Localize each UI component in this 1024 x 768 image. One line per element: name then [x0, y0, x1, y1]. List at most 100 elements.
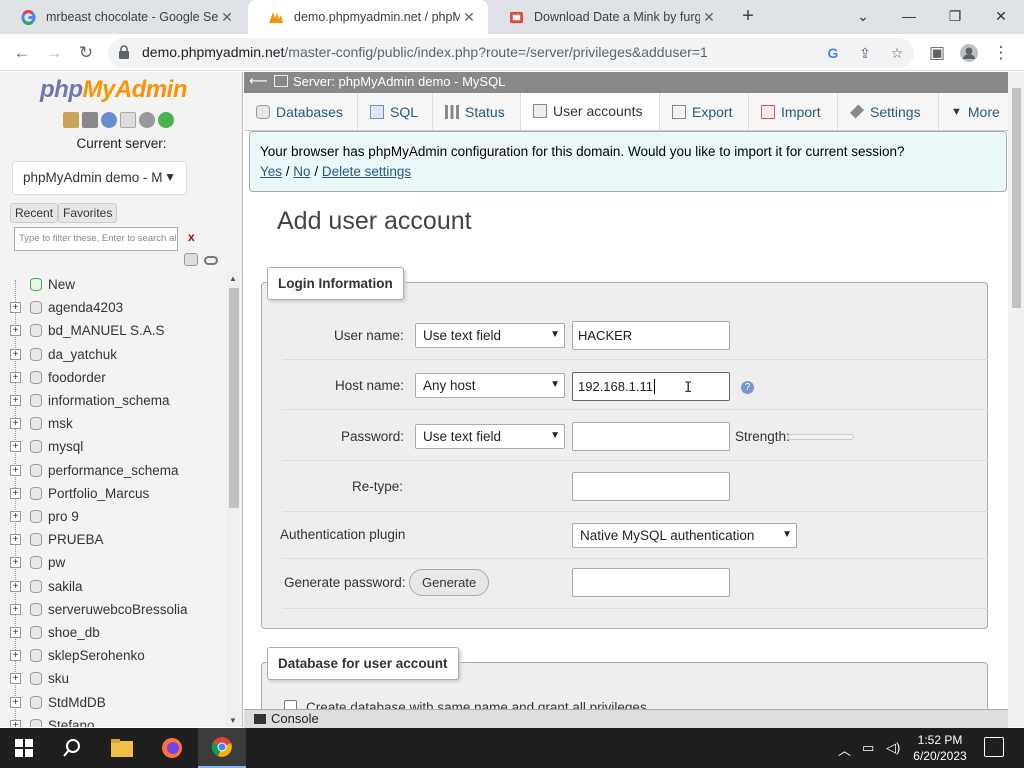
- search-button[interactable]: [48, 728, 96, 768]
- exit-icon[interactable]: [82, 112, 98, 128]
- expand-icon[interactable]: +: [10, 696, 21, 708]
- bookmark-star-icon[interactable]: ☆: [886, 42, 908, 64]
- file-explorer-button[interactable]: [98, 728, 146, 768]
- main-scrollbar[interactable]: [1008, 72, 1024, 727]
- docs-icon[interactable]: [120, 112, 136, 128]
- new-tab-button[interactable]: +: [736, 5, 760, 29]
- clear-filter-icon[interactable]: x: [188, 230, 195, 244]
- tab-more[interactable]: ▼ More: [939, 93, 1014, 130]
- tree-item-new[interactable]: New: [0, 274, 226, 296]
- back-icon[interactable]: ←: [9, 40, 35, 66]
- tab-databases[interactable]: Databases: [244, 93, 358, 130]
- collapse-all-icon[interactable]: [184, 253, 198, 266]
- start-button[interactable]: [0, 728, 48, 768]
- google-lens-icon[interactable]: G: [822, 42, 844, 64]
- tree-item-database[interactable]: + Stefano: [0, 715, 226, 727]
- breadcrumb[interactable]: Server: phpMyAdmin demo - MySQL: [274, 74, 505, 89]
- collapse-nav-icon[interactable]: ⟵: [249, 73, 268, 89]
- expand-icon[interactable]: +: [10, 348, 21, 360]
- reload-nav-icon[interactable]: [158, 112, 174, 128]
- expand-icon[interactable]: +: [10, 627, 21, 638]
- close-tab-icon[interactable]: ✕: [700, 9, 718, 26]
- expand-icon[interactable]: +: [10, 650, 21, 662]
- tab-import[interactable]: Import: [749, 93, 838, 130]
- tab-status[interactable]: Status: [433, 93, 521, 130]
- expand-icon[interactable]: +: [10, 580, 21, 592]
- expand-icon[interactable]: +: [10, 325, 21, 337]
- username-input[interactable]: HACKER: [572, 321, 730, 350]
- share-icon[interactable]: ⇪: [854, 42, 876, 64]
- browser-tab-google[interactable]: mrbeast chocolate - Google Sear ✕: [0, 0, 246, 34]
- tree-item-database[interactable]: + da_yatchuk: [0, 344, 226, 366]
- nav-scrollbar[interactable]: ▲ ▼: [226, 272, 242, 727]
- nav-tab-recent[interactable]: Recent: [10, 203, 59, 223]
- expand-icon[interactable]: +: [10, 719, 21, 727]
- kebab-menu-icon[interactable]: ⋮: [988, 40, 1014, 66]
- tab-export[interactable]: Export: [660, 93, 749, 130]
- expand-icon[interactable]: +: [10, 418, 21, 430]
- tree-item-database[interactable]: + performance_schema: [0, 460, 226, 482]
- expand-icon[interactable]: +: [10, 302, 21, 314]
- tree-item-database[interactable]: + mysql: [0, 436, 226, 458]
- generate-password-button[interactable]: Generate: [409, 569, 490, 596]
- tree-item-database[interactable]: + serveruwebcoBressolia: [0, 599, 226, 621]
- password-mode-select[interactable]: Use text field ▼: [415, 424, 565, 449]
- expand-icon[interactable]: +: [10, 603, 21, 615]
- tree-item-database[interactable]: + sklepSerohenko: [0, 645, 226, 667]
- restore-button[interactable]: ❐: [932, 0, 978, 34]
- tree-item-database[interactable]: + pro 9: [0, 506, 226, 528]
- close-tab-icon[interactable]: ✕: [218, 9, 236, 26]
- browser-tab-download[interactable]: Download Date a Mink by furgr ✕: [488, 0, 728, 34]
- reload-icon[interactable]: ↻: [73, 40, 99, 66]
- tree-item-database[interactable]: + information_schema: [0, 390, 226, 412]
- help-icon[interactable]: ?: [741, 381, 754, 394]
- tree-item-database[interactable]: + Portfolio_Marcus: [0, 483, 226, 505]
- expand-icon[interactable]: +: [10, 557, 21, 569]
- tab-user-accounts[interactable]: User accounts: [521, 93, 660, 130]
- taskbar-clock[interactable]: 1:52 PM 6/20/2023: [908, 732, 972, 764]
- firefox-button[interactable]: [148, 728, 196, 768]
- profile-avatar-icon[interactable]: [956, 40, 982, 66]
- generated-password-input[interactable]: [572, 568, 730, 597]
- phpmyadmin-logo[interactable]: phpMyAdmin: [40, 76, 187, 104]
- tree-item-database[interactable]: + agenda4203: [0, 297, 226, 319]
- tree-item-database[interactable]: + sku: [0, 668, 226, 690]
- expand-icon[interactable]: +: [10, 673, 21, 685]
- tree-item-database[interactable]: + foodorder: [0, 367, 226, 389]
- tray-overflow-icon[interactable]: ︿: [838, 740, 851, 759]
- expand-icon[interactable]: +: [10, 371, 21, 383]
- username-mode-select[interactable]: Use text field ▼: [415, 323, 565, 348]
- tree-item-database[interactable]: + sakila: [0, 576, 226, 598]
- link-with-main-icon[interactable]: [204, 256, 218, 265]
- scroll-down-icon[interactable]: ▼: [229, 716, 237, 725]
- tree-item-database[interactable]: + bd_MANUEL S.A.S: [0, 320, 226, 342]
- volume-icon[interactable]: ◁): [886, 740, 900, 756]
- authentication-plugin-select[interactable]: Native MySQL authentication ▼: [572, 523, 797, 548]
- expand-icon[interactable]: +: [10, 511, 21, 522]
- tree-item-database[interactable]: + PRUEBA: [0, 529, 226, 551]
- hostname-input[interactable]: 192.168.1.11: [572, 372, 730, 401]
- network-icon[interactable]: ▭: [862, 740, 874, 756]
- address-bar[interactable]: demo.phpmyadmin.net/master-config/public…: [108, 38, 914, 68]
- browser-tab-phpmyadmin[interactable]: demo.phpmyadmin.net / phpMy ✕: [248, 0, 488, 34]
- notice-no-link[interactable]: No: [293, 164, 310, 179]
- hostname-mode-select[interactable]: Any host ▼: [415, 373, 565, 398]
- tree-item-database[interactable]: + pw: [0, 552, 226, 574]
- tree-item-database[interactable]: + msk: [0, 413, 226, 435]
- console-bar[interactable]: Console: [244, 709, 1008, 728]
- forward-icon[interactable]: →: [41, 40, 67, 66]
- expand-icon[interactable]: +: [10, 534, 21, 546]
- tree-item-database[interactable]: + StdMdDB: [0, 692, 226, 714]
- notifications-icon[interactable]: [984, 737, 1004, 757]
- tree-item-database[interactable]: + shoe_db: [0, 622, 226, 644]
- tab-settings[interactable]: Settings: [838, 93, 939, 130]
- server-select[interactable]: phpMyAdmin demo - M ▼: [12, 161, 187, 195]
- minimize-button[interactable]: —: [886, 0, 932, 34]
- side-panel-icon[interactable]: ▣: [924, 40, 950, 66]
- chrome-button[interactable]: [198, 728, 246, 768]
- settings-gear-icon[interactable]: [139, 112, 155, 128]
- tab-search-icon[interactable]: ⌄: [840, 0, 886, 34]
- nav-tab-favorites[interactable]: Favorites: [58, 203, 118, 223]
- password-input[interactable]: [572, 422, 730, 451]
- main-scroll-thumb[interactable]: [1012, 88, 1021, 308]
